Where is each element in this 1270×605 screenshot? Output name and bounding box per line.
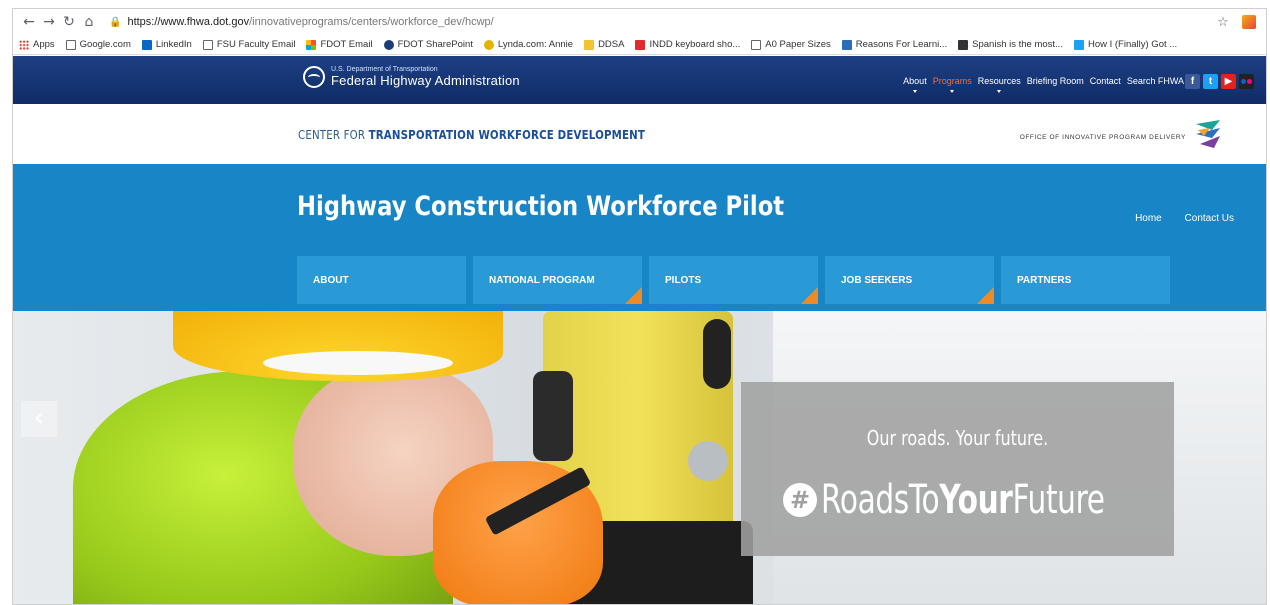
bookmark-fdot-sharepoint[interactable]: FDOT SharePoint: [383, 39, 473, 50]
forward-arrow-icon[interactable]: →: [39, 14, 59, 30]
bookmark-spanish[interactable]: Spanish is the most...: [958, 39, 1063, 50]
nav-contact[interactable]: Contact: [1090, 76, 1121, 86]
gear-icon: [383, 39, 394, 50]
address-bar: ← → ↻ ⌂ 🔒 https://www.fhwa.dot.gov /inno…: [13, 9, 1266, 35]
pilot-utility-links: Home Contact Us: [1115, 213, 1234, 224]
lock-icon: 🔒: [109, 16, 122, 28]
linkedin-icon: [141, 39, 152, 50]
site-icon: [841, 39, 852, 50]
youtube-icon[interactable]: ▶: [1221, 74, 1236, 89]
menu-partners[interactable]: PARTNERS: [1001, 256, 1170, 304]
hero-promo-box: Our roads. Your future. # RoadsToYourFut…: [741, 382, 1174, 556]
hero-tagline: Our roads. Your future.: [866, 426, 1049, 450]
menu-about[interactable]: ABOUT: [297, 256, 466, 304]
home-link[interactable]: Home: [1135, 213, 1162, 224]
nav-briefing-room[interactable]: Briefing Room: [1027, 76, 1084, 86]
fhwa-header: U.S. Department of Transportation Federa…: [13, 56, 1266, 104]
hero-carousel: ‹ Our roads. Your future. # RoadsToYourF…: [13, 311, 1266, 604]
hero-hashtag: # RoadsToYourFuture: [783, 477, 1204, 523]
page-icon: [202, 39, 213, 50]
bookmark-linkedin[interactable]: LinkedIn: [141, 39, 192, 50]
bookmark-a0-paper[interactable]: A0 Paper Sizes: [751, 39, 831, 50]
page-title: Highway Construction Workforce Pilot: [297, 191, 785, 222]
browser-window: ← → ↻ ⌂ 🔒 https://www.fhwa.dot.gov /inno…: [12, 8, 1267, 605]
folder-icon: [584, 39, 595, 50]
back-arrow-icon[interactable]: ←: [19, 14, 39, 30]
lynda-icon: [483, 39, 494, 50]
url-field[interactable]: 🔒 https://www.fhwa.dot.gov /innovativepr…: [109, 16, 1212, 28]
bookmarks-bar: Apps Google.com LinkedIn FSU Faculty Ema…: [13, 35, 1266, 55]
carousel-prev-chevron-icon[interactable]: ‹: [21, 401, 57, 437]
social-links: f t ▶: [1182, 74, 1254, 89]
menu-job-seekers[interactable]: JOB SEEKERS: [825, 256, 994, 304]
hashtag-icon: #: [783, 483, 817, 517]
menu-national-program[interactable]: NATIONAL PROGRAM: [473, 256, 642, 304]
url-host: https://www.fhwa.dot.gov: [127, 16, 250, 28]
nav-about[interactable]: About: [903, 76, 927, 86]
home-icon[interactable]: ⌂: [79, 14, 99, 30]
oipd-logo-icon[interactable]: [1190, 116, 1226, 152]
bookmark-apps[interactable]: Apps: [19, 39, 55, 50]
adobe-icon: [635, 39, 646, 50]
menu-pilots[interactable]: PILOTS: [649, 256, 818, 304]
nav-resources[interactable]: Resources: [978, 76, 1021, 86]
nav-search-fhwa[interactable]: Search FHWA: [1127, 76, 1184, 86]
bookmark-fsu-email[interactable]: FSU Faculty Email: [202, 39, 295, 50]
page-icon: [65, 39, 76, 50]
center-title[interactable]: CENTER FOR TRANSPORTATION WORKFORCE DEVE…: [298, 127, 645, 142]
bookmark-google[interactable]: Google.com: [65, 39, 131, 50]
url-path: /innovativeprograms/centers/workforce_de…: [249, 16, 494, 28]
twitter-icon[interactable]: t: [1203, 74, 1218, 89]
center-banner: CENTER FOR TRANSPORTATION WORKFORCE DEVE…: [13, 104, 1266, 164]
bookmark-ddsa[interactable]: DDSA: [584, 39, 624, 50]
bookmark-how-i[interactable]: How I (Finally) Got ...: [1073, 39, 1177, 50]
bookmark-lynda[interactable]: Lynda.com: Annie: [483, 39, 573, 50]
microsoft-icon: [306, 39, 317, 50]
apps-grid-icon: [19, 39, 29, 50]
contact-us-link[interactable]: Contact Us: [1185, 213, 1234, 224]
fhwa-agency: Federal Highway Administration: [331, 73, 520, 88]
bookmark-indd[interactable]: INDD keyboard sho...: [635, 39, 740, 50]
site-icon: [1073, 39, 1084, 50]
site-icon: [958, 39, 969, 50]
flickr-icon[interactable]: [1239, 74, 1254, 89]
fhwa-top-nav: About Programs Resources Briefing Room C…: [897, 76, 1184, 86]
facebook-icon[interactable]: f: [1185, 74, 1200, 89]
reload-icon[interactable]: ↻: [59, 14, 79, 30]
bookmark-reasons[interactable]: Reasons For Learni...: [841, 39, 947, 50]
fhwa-logo[interactable]: U.S. Department of Transportation Federa…: [303, 66, 520, 88]
bookmark-fdot-email[interactable]: FDOT Email: [306, 39, 373, 50]
nav-programs[interactable]: Programs: [933, 76, 972, 86]
dot-emblem-icon: [303, 66, 325, 88]
main-menu: ABOUT NATIONAL PROGRAM PILOTS JOB SEEKER…: [297, 256, 1177, 304]
extension-icon[interactable]: [1242, 15, 1256, 29]
page-icon: [751, 39, 762, 50]
pilot-banner: Highway Construction Workforce Pilot Hom…: [13, 164, 1266, 311]
bookmark-star-icon[interactable]: ☆: [1212, 15, 1234, 30]
oipd-label[interactable]: OFFICE OF INNOVATIVE PROGRAM DELIVERY: [1020, 134, 1186, 141]
